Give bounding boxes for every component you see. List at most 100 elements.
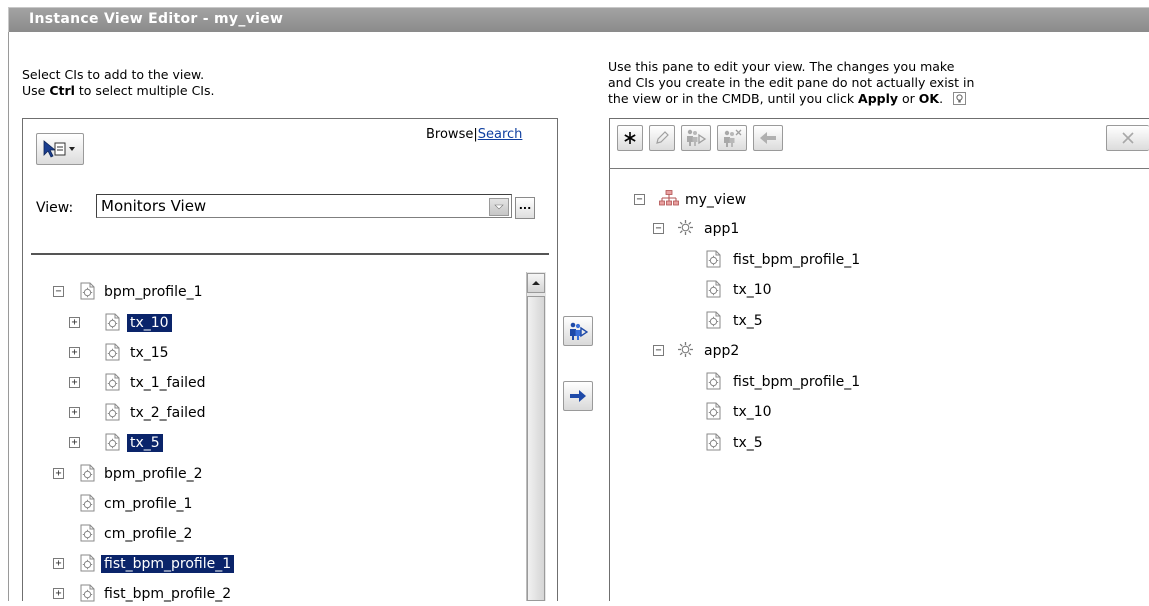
asterisk-icon — [624, 132, 636, 144]
tree-node[interactable]: fist_bpm_profile_1 — [0, 371, 860, 393]
tree-node-label[interactable]: tx_15 — [127, 344, 172, 362]
delete-button[interactable] — [1106, 125, 1149, 151]
tree-node[interactable]: − my_view — [0, 189, 746, 211]
left-instructions: Select CIs to add to the view. Use Ctrl … — [22, 67, 214, 99]
add-with-related-button[interactable] — [563, 316, 593, 346]
ci-icon — [79, 524, 96, 546]
expand-toggle[interactable]: + — [53, 588, 64, 599]
expand-toggle[interactable]: + — [69, 407, 80, 418]
expand-toggle[interactable]: + — [53, 468, 64, 479]
ci-icon — [705, 402, 722, 424]
tree-node-label[interactable]: fist_bpm_profile_1 — [101, 555, 235, 573]
add-related-button[interactable] — [681, 125, 711, 151]
window-title: Instance View Editor - my_view — [29, 11, 284, 27]
tree-node[interactable]: tx_10 — [0, 279, 772, 301]
tree-node[interactable]: + fist_bpm_profile_1 — [0, 553, 235, 575]
tree-node-label[interactable]: tx_10 — [730, 281, 775, 299]
browse-search-toggle: Browse|Search — [426, 127, 523, 142]
ci-icon — [79, 464, 96, 486]
view-dropdown-button[interactable] — [489, 198, 509, 216]
tree-node-label[interactable]: tx_5 — [730, 434, 766, 452]
right-instructions-line3: the view or in the CMDB, until you click… — [608, 91, 1149, 107]
tree-node-label[interactable]: cm_profile_1 — [101, 495, 195, 513]
tree-node-label[interactable]: tx_10 — [127, 314, 172, 332]
right-instructions-line1: Use this pane to edit your view. The cha… — [608, 59, 955, 74]
gear-icon — [677, 341, 694, 362]
view-select[interactable]: Monitors View — [96, 194, 512, 218]
tree-node[interactable]: tx_5 — [0, 432, 763, 454]
gear-icon — [677, 219, 694, 240]
tree-node-label[interactable]: fist_bpm_profile_1 — [730, 251, 863, 269]
add-to-view-button[interactable] — [563, 381, 593, 411]
tree-node-label[interactable]: fist_bpm_profile_2 — [101, 585, 234, 603]
expand-toggle[interactable]: + — [69, 377, 80, 388]
new-ci-button[interactable] — [617, 125, 643, 151]
ci-icon — [705, 433, 722, 455]
tree-node-label[interactable]: app1 — [701, 220, 742, 238]
divider — [609, 168, 1149, 169]
tree-node[interactable]: + fist_bpm_profile_2 — [0, 583, 231, 605]
expand-toggle[interactable]: + — [69, 317, 80, 328]
tree-node-label[interactable]: bpm_profile_1 — [101, 283, 206, 301]
ci-icon — [104, 403, 121, 425]
left-instructions-line2: Use Ctrl to select multiple CIs. — [22, 83, 215, 98]
scroll-thumb[interactable] — [527, 296, 545, 601]
collapse-toggle[interactable]: − — [634, 194, 645, 205]
view-browse-button[interactable]: ... — [515, 197, 535, 219]
tree-node[interactable]: − app1 — [0, 218, 739, 240]
ci-selector-icon — [43, 140, 75, 158]
ci-icon — [104, 313, 121, 335]
add-ci-icon — [687, 129, 707, 146]
expand-toggle[interactable]: + — [53, 558, 64, 569]
tip-icon[interactable] — [953, 92, 967, 105]
ci-icon — [705, 250, 722, 272]
tree-node[interactable]: fist_bpm_profile_1 — [0, 249, 860, 271]
tree-node-label[interactable]: tx_5 — [127, 434, 163, 452]
tree-node-label[interactable]: my_view — [682, 191, 749, 209]
scroll-up-button[interactable] — [527, 273, 545, 293]
expand-toggle[interactable]: + — [69, 437, 80, 448]
ci-icon — [705, 311, 722, 333]
tree-node-label[interactable]: tx_1_failed — [127, 374, 208, 392]
window-border — [8, 32, 9, 601]
tree-node-label[interactable]: bpm_profile_2 — [101, 465, 206, 483]
close-icon — [1122, 132, 1134, 144]
remove-from-view-button[interactable] — [753, 125, 783, 151]
search-link[interactable]: Search — [478, 127, 523, 142]
tree-node-label[interactable]: cm_profile_2 — [101, 525, 195, 543]
tree-node[interactable]: tx_10 — [0, 401, 772, 423]
tree-node-label[interactable]: fist_bpm_profile_1 — [730, 373, 863, 391]
view-icon — [659, 190, 679, 212]
add-related-ci-icon — [570, 322, 588, 340]
ci-icon — [79, 584, 96, 606]
tree-node[interactable]: − app2 — [0, 340, 739, 362]
collapse-toggle[interactable]: − — [53, 286, 64, 297]
tree-node-label[interactable]: tx_5 — [730, 312, 766, 330]
edit-ci-button[interactable] — [649, 125, 675, 151]
tree-node[interactable]: cm_profile_2 — [0, 523, 192, 545]
browse-link[interactable]: Browse — [426, 127, 473, 142]
tree-node[interactable]: cm_profile_1 — [0, 493, 192, 515]
tree-node-label[interactable]: tx_2_failed — [127, 404, 208, 422]
collapse-toggle[interactable]: − — [653, 345, 664, 356]
tree-node[interactable]: tx_5 — [0, 310, 763, 332]
ci-icon — [104, 433, 121, 455]
remove-ci-button[interactable] — [717, 125, 747, 151]
arrow-right-icon — [570, 390, 586, 402]
tree-node-label[interactable]: app2 — [701, 342, 742, 360]
tree-node-label[interactable]: tx_10 — [730, 403, 775, 421]
view-label: View: — [36, 200, 74, 216]
tree-node[interactable]: + bpm_profile_2 — [0, 463, 203, 485]
pencil-icon — [656, 131, 669, 144]
collapse-toggle[interactable]: − — [653, 223, 664, 234]
ci-icon — [79, 494, 96, 516]
title-bar: Instance View Editor - my_view — [8, 7, 1149, 32]
chevron-down-icon — [494, 204, 504, 210]
expand-toggle[interactable]: + — [69, 347, 80, 358]
ci-icon — [79, 554, 96, 576]
divider — [31, 253, 549, 255]
ci-selector-dropdown-button[interactable] — [36, 133, 84, 165]
left-instructions-line1: Select CIs to add to the view. — [22, 67, 205, 82]
right-instructions-line2: and CIs you create in the edit pane do n… — [608, 75, 975, 90]
ci-icon — [705, 280, 722, 302]
